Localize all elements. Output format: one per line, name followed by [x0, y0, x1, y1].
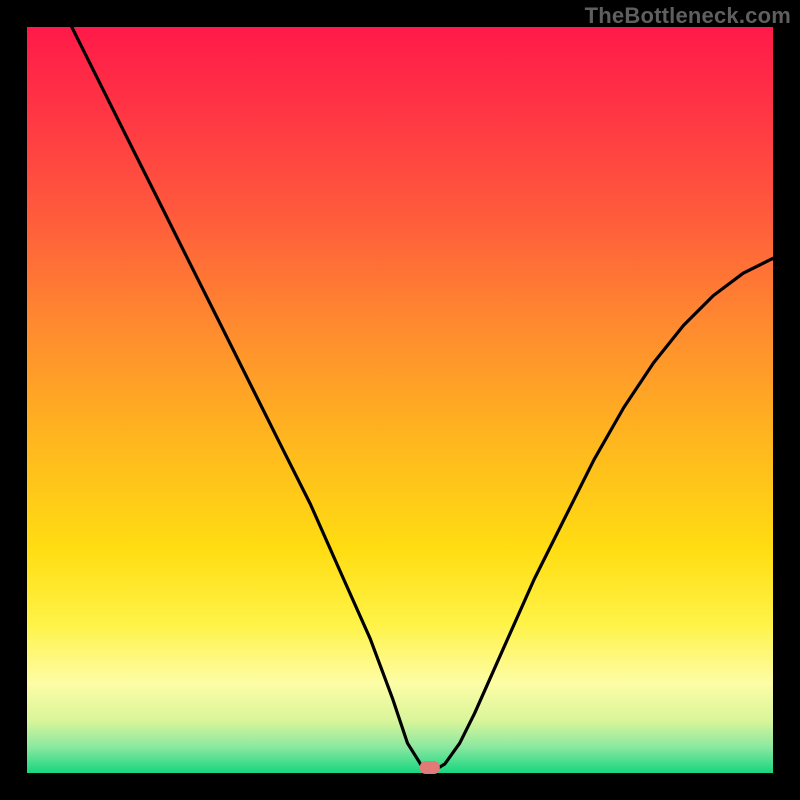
- optimum-marker: [420, 761, 440, 774]
- watermark-text: TheBottleneck.com: [585, 3, 791, 29]
- chart-frame: TheBottleneck.com: [0, 0, 800, 800]
- plot-background: [27, 27, 773, 773]
- bottleneck-chart: [0, 0, 800, 800]
